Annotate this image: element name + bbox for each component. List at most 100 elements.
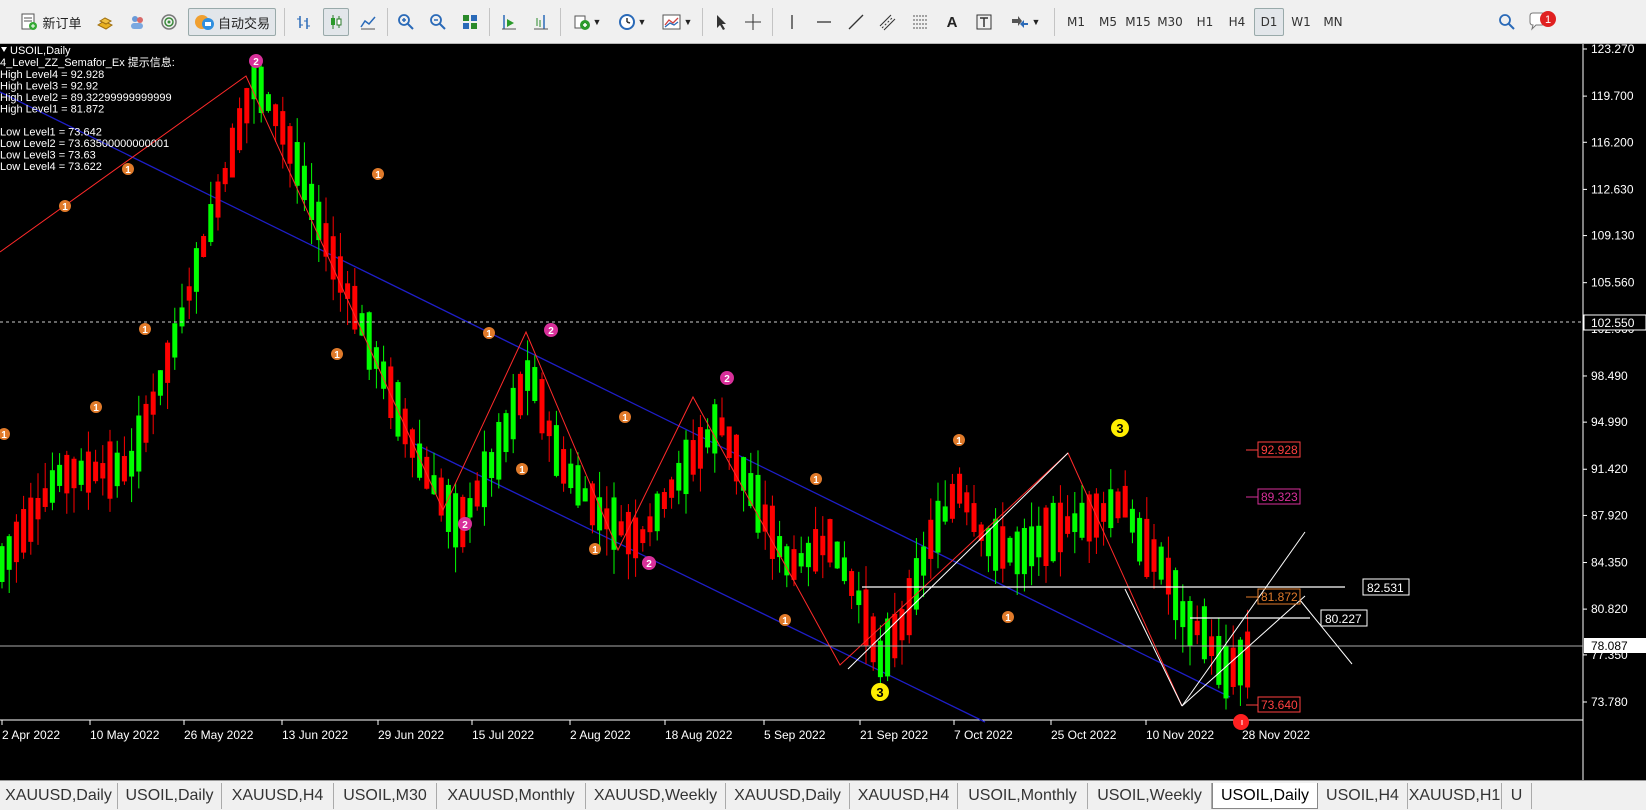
candle — [568, 448, 574, 494]
price-tick-label: 94.990 — [1591, 415, 1628, 429]
bar-chart-button[interactable] — [291, 8, 317, 36]
auto-trade-button[interactable]: 自动交易 — [188, 8, 276, 36]
candle-body — [6, 536, 12, 570]
periods-button[interactable]: ▼ — [612, 8, 652, 36]
candle — [71, 456, 77, 513]
navigator-button[interactable] — [156, 8, 182, 36]
candle — [186, 267, 192, 320]
timeframe-m5-button[interactable]: M5 — [1093, 8, 1123, 36]
semafor-number: 2 — [548, 326, 554, 337]
candle — [1057, 485, 1063, 577]
timeframe-m1-button[interactable]: M1 — [1061, 8, 1091, 36]
candle-body — [928, 519, 934, 559]
candle-body — [481, 451, 487, 508]
candle-body — [1057, 502, 1063, 553]
zoom-in-button[interactable] — [393, 8, 419, 36]
chart-tab[interactable]: U — [1502, 783, 1532, 809]
semafor-level1-marker: 1 — [139, 323, 151, 336]
low-level-label-value: 73.640 — [1261, 698, 1298, 712]
chart-tab[interactable]: XAUUSD,Daily — [726, 783, 850, 809]
timeframe-d1-button[interactable]: D1 — [1254, 8, 1284, 36]
indicators-icon — [574, 15, 590, 30]
auto-scroll-button[interactable] — [496, 8, 522, 36]
candle-body — [1072, 513, 1078, 533]
candle-body — [827, 519, 833, 563]
chart-tab[interactable]: USOIL,Daily — [1212, 783, 1318, 809]
candle-body — [532, 367, 538, 401]
chart-tab[interactable]: USOIL,Weekly — [1088, 783, 1212, 809]
chart-tab[interactable]: XAUUSD,Monthly — [437, 783, 586, 809]
candle — [525, 340, 531, 416]
date-tick-label: 5 Sep 2022 — [764, 728, 826, 742]
candle-body — [21, 509, 27, 553]
chart-tab[interactable]: USOIL,Monthly — [958, 783, 1088, 809]
cursor-tool-button[interactable] — [708, 8, 734, 36]
candle-body — [1065, 516, 1071, 534]
trendline-tool-button[interactable] — [843, 8, 869, 36]
candle-body — [309, 183, 315, 221]
candle — [496, 413, 502, 489]
indicators-button[interactable]: ▼ — [567, 8, 607, 36]
candle-body — [712, 404, 718, 454]
timeframe-h4-button[interactable]: H4 — [1222, 8, 1252, 36]
new-order-button[interactable]: 新订单 — [14, 8, 88, 36]
search-button[interactable] — [1494, 8, 1520, 36]
candle — [352, 268, 358, 335]
date-tick-label: 13 Jun 2022 — [282, 728, 348, 742]
tile-windows-button[interactable] — [457, 8, 483, 36]
zigzag-lines — [0, 75, 1183, 707]
vertical-line-tool-button[interactable] — [779, 8, 805, 36]
chart-tab[interactable]: XAUUSD,Daily — [0, 783, 118, 809]
candlestick-chart[interactable]: 92.92889.32381.87273.64082.53180.227 11 1… — [0, 42, 1646, 780]
notifications-button[interactable]: 1 — [1526, 8, 1558, 36]
chart-tab[interactable]: XAUUSD,Weekly — [586, 783, 726, 809]
semafor-markers: 1 1 1 1 1 1 1 1 1 1 1 1 1 1 1 2 2 2 2 2 3 3 — [0, 54, 1249, 730]
line-chart-button[interactable] — [355, 8, 381, 36]
bar-chart-icon — [297, 16, 310, 29]
candle — [1050, 495, 1056, 563]
candle — [1079, 484, 1085, 541]
symbol-title: USOIL,Daily — [10, 45, 71, 57]
chart-tab[interactable]: USOIL,Daily — [118, 783, 222, 809]
candle-body — [964, 492, 970, 513]
timeframe-m15-button[interactable]: M15 — [1123, 8, 1153, 36]
arrows-tool-button[interactable]: ▼ — [1003, 8, 1047, 36]
timeframe-w1-button[interactable]: W1 — [1286, 8, 1316, 36]
text-tool-button[interactable]: A — [939, 8, 965, 36]
equidistant-channel-tool-button[interactable] — [875, 8, 901, 36]
data-window-button[interactable] — [124, 8, 150, 36]
templates-button[interactable]: ▼ — [657, 8, 697, 36]
candle-body — [1144, 518, 1150, 577]
candle-body — [287, 126, 293, 164]
timeframe-mn-button[interactable]: MN — [1318, 8, 1348, 36]
chart-tab[interactable]: XAUUSD,H1 — [1408, 783, 1502, 809]
text-label-tool-button[interactable] — [971, 8, 997, 36]
toolbar-separator — [489, 8, 490, 36]
chart-tab[interactable]: XAUUSD,H4 — [850, 783, 958, 809]
candle — [733, 433, 739, 495]
semafor-number: 1 — [125, 165, 131, 176]
market-watch-button[interactable] — [92, 8, 118, 36]
zigzag-red — [0, 75, 1183, 707]
crosshair-tool-button[interactable] — [740, 8, 766, 36]
chart-shift-button[interactable] — [528, 8, 554, 36]
zoom-out-button[interactable] — [425, 8, 451, 36]
price-tick-label: 112.630 — [1591, 182, 1634, 196]
candle — [798, 536, 804, 573]
semafor-level1-marker: 1 — [1002, 611, 1014, 624]
candle-body — [453, 493, 459, 548]
candle-body — [582, 488, 588, 502]
chart-tab[interactable]: XAUUSD,H4 — [222, 783, 334, 809]
chart-tab[interactable]: USOIL,H4 — [1318, 783, 1408, 809]
fibonacci-tool-button[interactable] — [907, 8, 933, 36]
candle-body — [726, 426, 732, 459]
indicator-title: 4_Level_ZZ_Semafor_Ex 提示信息: — [0, 55, 175, 69]
timeframe-m30-button[interactable]: M30 — [1155, 8, 1185, 36]
chart-area[interactable]: 92.928 89.323 81.872 73.640 82.531 80.227 111… — [0, 42, 1646, 780]
candlestick-chart-button[interactable] — [323, 8, 349, 36]
candle-body — [186, 286, 192, 301]
horizontal-line-tool-button[interactable] — [811, 8, 837, 36]
timeframe-h1-button[interactable]: H1 — [1190, 8, 1220, 36]
chart-tab[interactable]: USOIL,M30 — [334, 783, 437, 809]
candle-body — [28, 497, 34, 542]
